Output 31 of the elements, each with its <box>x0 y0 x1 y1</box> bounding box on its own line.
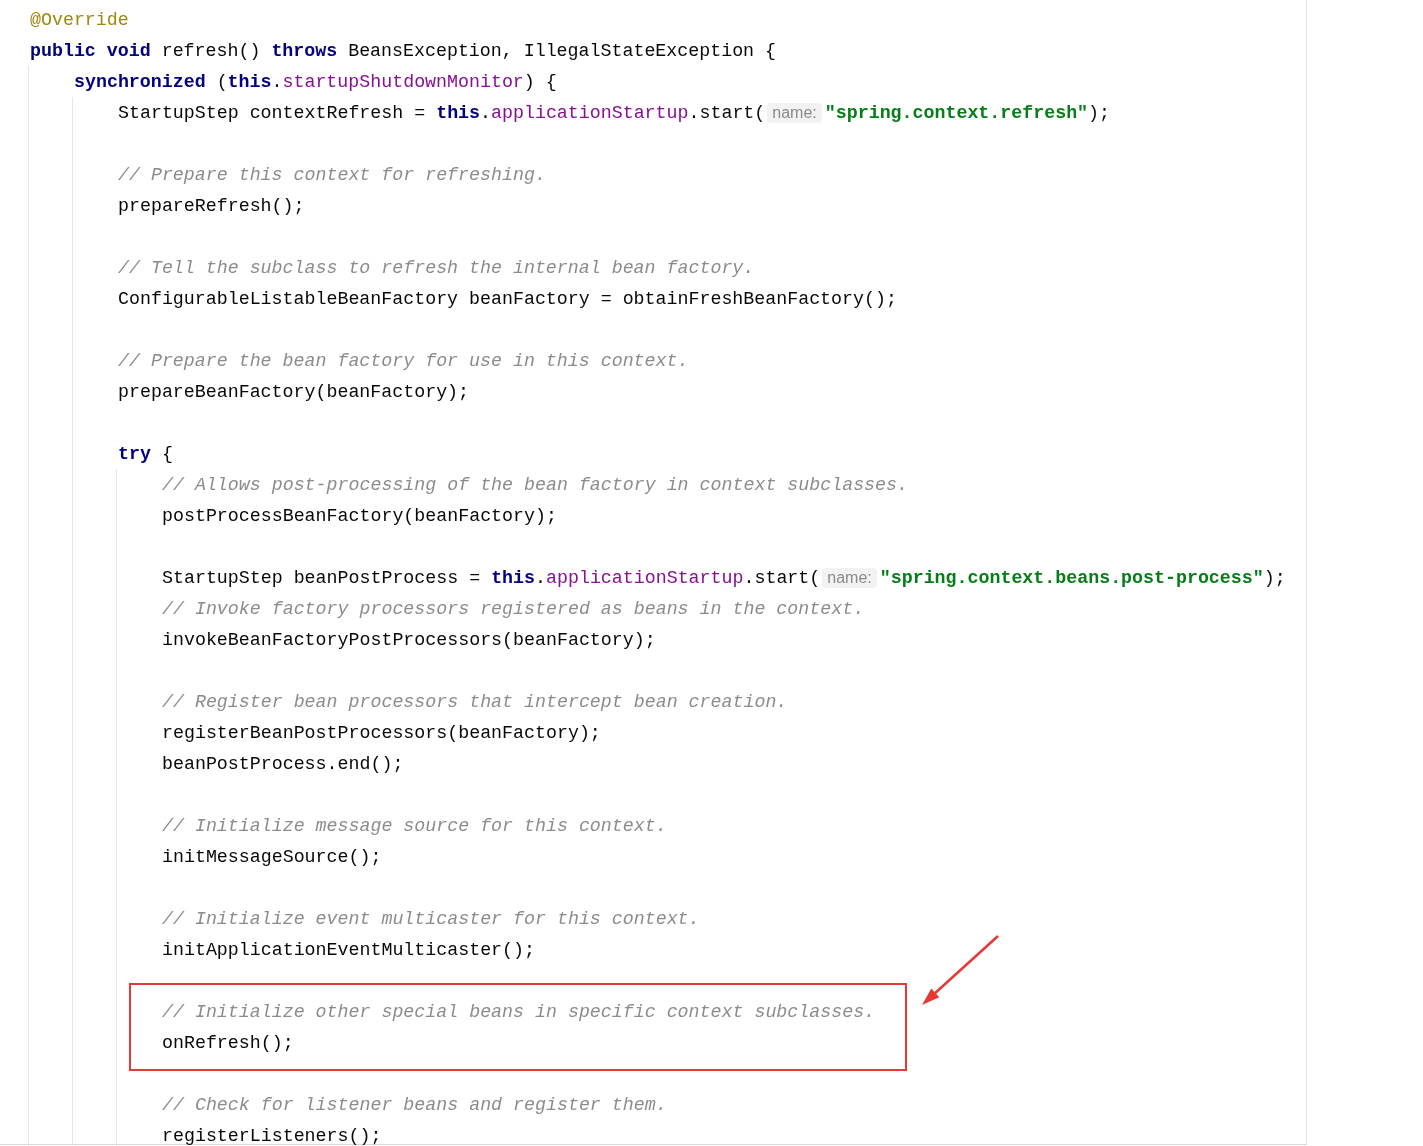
code-comment: // Prepare the bean factory for use in this context. <box>118 350 689 371</box>
code-line: postProcessBeanFactory(beanFactory); <box>162 505 557 526</box>
code-line: invokeBeanFactoryPostProcessors(beanFactory); <box>162 629 656 650</box>
code-line: public void refresh() throws BeansException, IllegalStateException { <box>30 40 777 61</box>
code-line: registerBeanPostProcessors(beanFactory); <box>162 722 601 743</box>
code-line: ConfigurableListableBeanFactory beanFactory = obtainFreshBeanFactory(); <box>118 288 897 309</box>
code-line: StartupStep contextRefresh = this.applicationStartup.start( <box>118 102 766 123</box>
code-line: prepareBeanFactory(beanFactory); <box>118 381 470 402</box>
code-line: prepareRefresh(); <box>118 195 305 216</box>
code-line: beanPostProcess.end(); <box>162 753 404 774</box>
code-comment: // Tell the subclass to refresh the internal bean factory. <box>118 257 755 278</box>
code-line: try { <box>118 443 173 464</box>
code-comment: // Prepare this context for refreshing. <box>118 164 546 185</box>
code-line: synchronized (this.startupShutdownMonitor) { <box>74 71 557 92</box>
code-line: registerListeners(); <box>162 1125 382 1146</box>
code-line: initMessageSource(); <box>162 846 382 867</box>
code-comment: // Initialize event multicaster for this context. <box>162 908 700 929</box>
code-comment: // Initialize message source for this context. <box>162 815 667 836</box>
code-line: onRefresh(); <box>162 1032 294 1053</box>
code-line: "spring.context.beans.post-process"); <box>879 567 1286 588</box>
code-comment: // Initialize other special beans in specific context subclasses. <box>162 1001 876 1022</box>
code-comment: // Register bean processors that intercept bean creation. <box>162 691 788 712</box>
parameter-hint: name: <box>822 567 877 588</box>
code-line: @Override <box>30 9 129 30</box>
code-line: "spring.context.refresh"); <box>824 102 1111 123</box>
code-comment: // Check for listener beans and register them. <box>162 1094 667 1115</box>
code-line: initApplicationEventMulticaster(); <box>162 939 535 960</box>
code-comment: // Allows post-processing of the bean factory in context subclasses. <box>162 474 908 495</box>
parameter-hint: name: <box>767 102 822 123</box>
code-comment: // Invoke factory processors registered as beans in the context. <box>162 598 865 619</box>
code-line: StartupStep beanPostProcess = this.applicationStartup.start( <box>162 567 821 588</box>
